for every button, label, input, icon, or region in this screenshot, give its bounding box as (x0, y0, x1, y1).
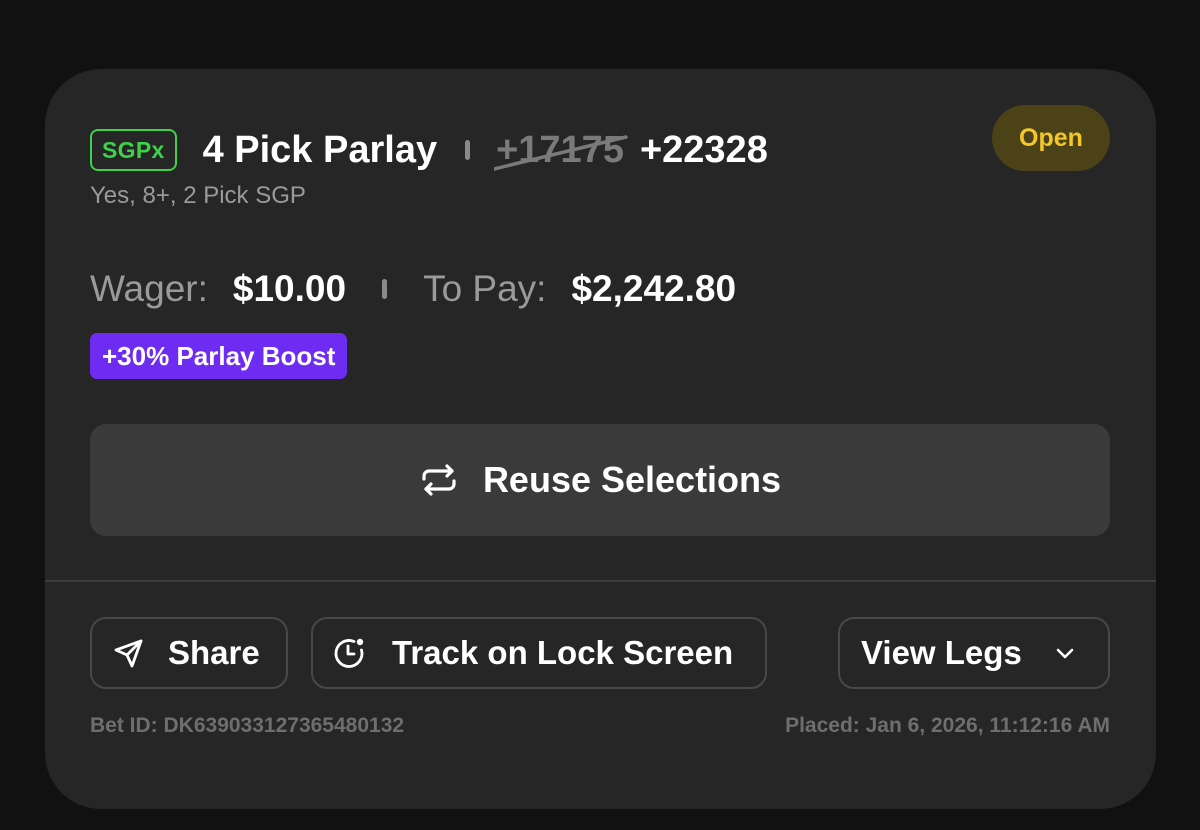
payout-value: $2,242.80 (571, 268, 737, 309)
reuse-selections-label: Reuse Selections (482, 459, 782, 500)
lock-screen-timer-icon (332, 636, 366, 670)
chevron-down-icon (1048, 636, 1082, 670)
bet-title-row: SGPx 4 Pick Parlay +17175 +22328 (90, 126, 768, 174)
view-legs-label: View Legs (861, 634, 1022, 671)
amount-row: Wager: $10.00 To Pay: $2,242.80 (90, 265, 736, 313)
bet-id: Bet ID: DK639033127365480132 (90, 714, 405, 737)
bet-title: 4 Pick Parlay (202, 128, 438, 171)
paper-plane-icon (112, 636, 146, 670)
wager-label: Wager: (90, 268, 208, 309)
amount-separator (382, 279, 388, 299)
reuse-selections-button[interactable]: Reuse Selections (90, 424, 1110, 536)
status-badge: Open (992, 105, 1110, 171)
original-odds: +17175 (494, 129, 628, 172)
wager-value: $10.00 (232, 268, 347, 309)
parlay-boost-badge: +30% Parlay Boost (90, 333, 348, 379)
strikethrough-line (494, 134, 628, 171)
bet-card: SGPx 4 Pick Parlay +17175 +22328 Yes, 8+… (45, 69, 1156, 809)
share-label: Share (168, 634, 260, 671)
track-label: Track on Lock Screen (392, 634, 734, 671)
share-button[interactable]: Share (90, 617, 288, 689)
repeat-arrows-icon (419, 460, 459, 500)
track-on-lock-screen-button[interactable]: Track on Lock Screen (311, 617, 767, 689)
placed-timestamp: Placed: Jan 6, 2026, 11:12:16 AM (785, 714, 1110, 737)
card-divider (45, 580, 1156, 582)
title-separator (465, 140, 471, 160)
bet-subtitle: Yes, 8+, 2 Pick SGP (90, 182, 306, 209)
view-legs-button[interactable]: View Legs (838, 617, 1110, 689)
sgpx-badge: SGPx (90, 129, 177, 171)
boosted-odds: +22328 (639, 128, 768, 171)
payout-label: To Pay: (423, 268, 547, 309)
